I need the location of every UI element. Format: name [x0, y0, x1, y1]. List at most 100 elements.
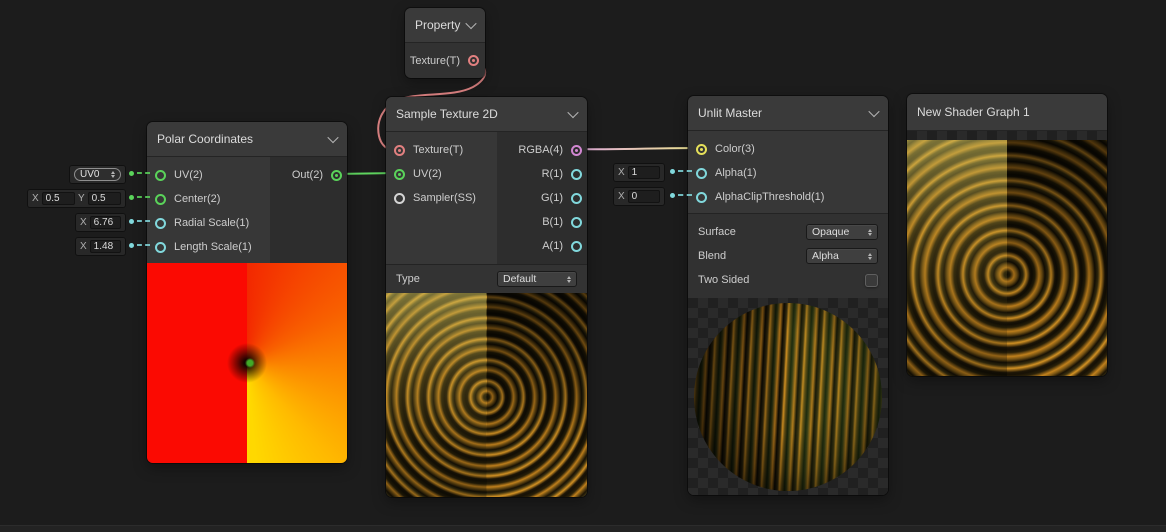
port-label: Out(2)	[291, 169, 323, 181]
port-g-output[interactable]	[571, 192, 582, 204]
port-radial-scale-input[interactable]	[155, 217, 166, 229]
master-preview-area	[907, 131, 1107, 376]
master-preview-header[interactable]: New Shader Graph 1	[907, 94, 1107, 131]
center-widget: X 0.5 Y 0.5	[28, 190, 125, 207]
sample-texture-preview	[386, 293, 587, 497]
port-uv-input[interactable]	[394, 168, 405, 180]
port-label: Texture(T)	[413, 144, 464, 156]
blend-label: Blend	[698, 250, 727, 262]
surface-value: Opaque	[812, 226, 850, 238]
connector-dot	[129, 219, 134, 224]
surface-dropdown[interactable]: Opaque	[806, 224, 878, 240]
node-title: Polar Coordinates	[157, 132, 254, 146]
length-scale-field[interactable]: 1.48	[89, 240, 121, 253]
center-y-field[interactable]: 0.5	[87, 192, 121, 205]
updown-arrows-icon	[863, 228, 872, 236]
port-label: R(1)	[541, 168, 563, 180]
port-label: UV(2)	[413, 168, 442, 180]
blend-dropdown[interactable]: Alpha	[806, 248, 878, 264]
connector-dot	[129, 195, 134, 200]
wire-rgba-to-color[interactable]	[575, 147, 702, 151]
alpha-field[interactable]: 1	[627, 166, 660, 179]
port-label: Center(2)	[174, 193, 221, 205]
port-sampler-input[interactable]	[394, 192, 405, 204]
center-x-field[interactable]: 0.5	[41, 192, 75, 205]
length-scale-widget: X 1.48	[76, 238, 125, 255]
master-preview-image	[907, 140, 1107, 376]
chevron-down-icon[interactable]	[868, 105, 880, 118]
radial-scale-widget: X 6.76	[76, 214, 125, 231]
port-center-input[interactable]	[155, 193, 166, 205]
connector-dash	[137, 244, 150, 246]
node-title: New Shader Graph 1	[917, 105, 1030, 119]
port-r-output[interactable]	[571, 168, 582, 180]
port-label: Alpha(1)	[715, 167, 757, 179]
port-out-output[interactable]	[331, 169, 342, 181]
port-color-input[interactable]	[696, 143, 707, 155]
connector-dash	[137, 220, 150, 222]
node-polar-header[interactable]: Polar Coordinates	[147, 122, 347, 157]
port-rgba-output[interactable]	[571, 144, 582, 156]
bottom-panel-edge	[0, 525, 1166, 532]
uv-channel-value: UV0	[80, 169, 100, 180]
node-title: Unlit Master	[698, 106, 763, 120]
connector-dash	[678, 194, 692, 196]
type-dropdown[interactable]: Default	[497, 271, 577, 287]
port-a-output[interactable]	[571, 240, 582, 252]
port-uv-input[interactable]	[155, 169, 166, 181]
port-texture-output[interactable]	[468, 55, 479, 66]
port-label: AlphaClipThreshold(1)	[715, 191, 825, 203]
port-label: Texture(T)	[409, 54, 460, 67]
port-b-output[interactable]	[571, 216, 582, 228]
port-alpha-input[interactable]	[696, 167, 707, 179]
node-sample-texture-2d[interactable]: Sample Texture 2D Texture(T) UV(2) Sampl…	[386, 97, 587, 497]
connector-dot	[129, 171, 134, 176]
unlit-master-preview	[688, 298, 888, 495]
node-master-preview[interactable]: New Shader Graph 1	[907, 94, 1107, 376]
port-label: Sampler(SS)	[413, 192, 476, 204]
port-label: A(1)	[542, 240, 563, 252]
port-label: G(1)	[541, 192, 563, 204]
node-unlit-header[interactable]: Unlit Master	[688, 96, 888, 131]
two-sided-label: Two Sided	[698, 274, 750, 286]
node-property[interactable]: Property Texture(T)	[405, 8, 485, 78]
connector-dot	[670, 169, 675, 174]
alpha-clip-field[interactable]: 0	[627, 190, 660, 203]
port-label: RGBA(4)	[518, 144, 563, 156]
polar-coordinates-preview	[147, 263, 347, 463]
port-label: Length Scale(1)	[174, 241, 252, 253]
port-label: B(1)	[542, 216, 563, 228]
field-label-x: X	[32, 193, 39, 204]
field-label-x: X	[80, 217, 87, 228]
field-label-x: X	[80, 241, 87, 252]
connector-dash	[137, 172, 150, 174]
chevron-down-icon[interactable]	[567, 106, 579, 119]
uv-channel-widget[interactable]: UV0	[70, 166, 125, 183]
field-label-x: X	[618, 167, 625, 178]
field-label-y: Y	[78, 193, 85, 204]
type-label: Type	[396, 273, 420, 285]
two-sided-checkbox[interactable]	[865, 273, 878, 287]
updown-arrows-icon	[107, 171, 115, 178]
node-unlit-master[interactable]: Unlit Master Color(3) Alpha(1) AlphaClip…	[688, 96, 888, 495]
unlit-master-preview-sphere	[694, 303, 882, 491]
port-label: UV(2)	[174, 169, 203, 181]
uv-channel-dropdown[interactable]: UV0	[74, 168, 121, 181]
connector-dot	[129, 243, 134, 248]
alpha-clip-widget: X 0	[614, 188, 664, 205]
radial-scale-field[interactable]: 6.76	[89, 216, 121, 229]
chevron-down-icon[interactable]	[465, 17, 477, 30]
updown-arrows-icon	[562, 275, 571, 283]
node-property-header[interactable]: Property	[405, 8, 485, 43]
port-texture-input[interactable]	[394, 144, 405, 156]
port-length-scale-input[interactable]	[155, 241, 166, 253]
port-alphaclip-input[interactable]	[696, 191, 707, 203]
shader-graph-canvas[interactable]: Property Texture(T) Polar Coordinates UV…	[0, 0, 1166, 532]
updown-arrows-icon	[863, 252, 872, 260]
node-polar-coordinates[interactable]: Polar Coordinates UV(2) Center(2) Radial…	[147, 122, 347, 463]
connector-dot	[670, 193, 675, 198]
chevron-down-icon[interactable]	[327, 131, 339, 144]
port-label: Radial Scale(1)	[174, 217, 250, 229]
field-label-x: X	[618, 191, 625, 202]
node-sample-header[interactable]: Sample Texture 2D	[386, 97, 587, 132]
